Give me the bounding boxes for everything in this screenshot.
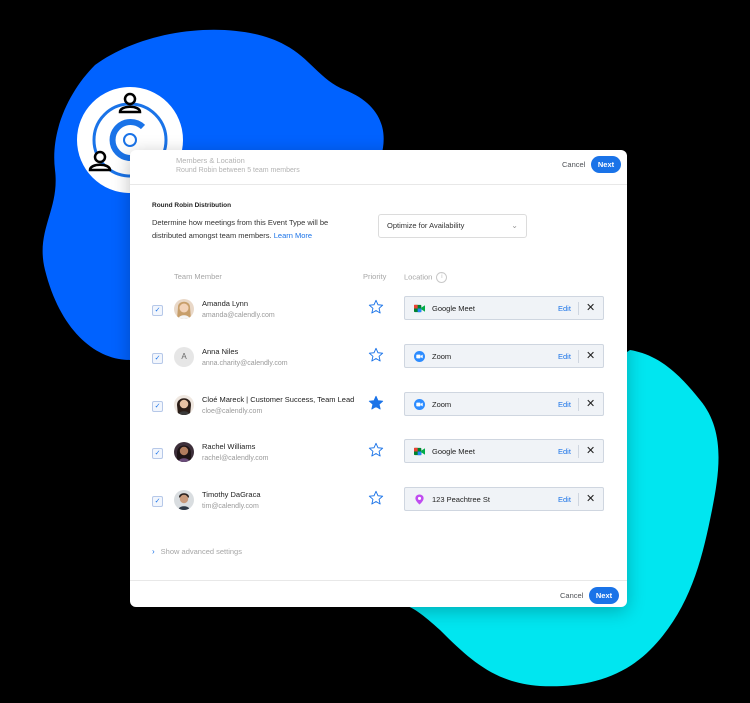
location-field: Zoom Edit ✕	[404, 392, 604, 416]
location-field: 123 Peachtree St Edit ✕	[404, 487, 604, 511]
distribution-select[interactable]: Optimize for Availability ⌄	[378, 214, 527, 238]
advanced-settings-label: Show advanced settings	[160, 547, 242, 556]
avatar	[174, 490, 194, 510]
member-row: ✓ A Anna Niles anna.charity@calendly.com…	[130, 338, 627, 378]
divider	[578, 493, 579, 506]
modal-footer: Cancel Next	[130, 580, 627, 607]
divider	[578, 445, 579, 458]
member-email: anna.charity@calendly.com	[202, 360, 288, 367]
location-label: Zoom	[432, 400, 452, 409]
member-checkbox[interactable]: ✓	[152, 401, 163, 412]
header-cancel-button[interactable]: Cancel	[562, 160, 585, 169]
edit-location-button[interactable]: Edit	[558, 400, 571, 409]
google-meet-icon	[414, 304, 425, 313]
select-value: Optimize for Availability	[387, 221, 465, 230]
footer-cancel-button[interactable]: Cancel	[560, 591, 583, 600]
chevron-right-icon: ›	[152, 547, 155, 556]
zoom-icon	[414, 351, 425, 362]
distribution-description: Determine how meetings from this Event T…	[152, 216, 357, 242]
star-outline-icon[interactable]	[368, 347, 384, 363]
member-email: amanda@calendly.com	[202, 312, 275, 319]
star-outline-icon[interactable]	[368, 299, 384, 315]
column-team-member: Team Member	[174, 272, 222, 281]
member-checkbox[interactable]: ✓	[152, 496, 163, 507]
remove-location-icon[interactable]: ✕	[586, 350, 595, 363]
member-email: cloe@calendly.com	[202, 408, 263, 415]
member-name: Cloé Mareck | Customer Success, Team Lea…	[202, 395, 355, 404]
header-title: Members & Location	[176, 156, 245, 165]
avatar	[174, 395, 194, 415]
column-priority: Priority	[363, 272, 387, 281]
edit-location-button[interactable]: Edit	[558, 352, 571, 361]
column-location-label: Location	[404, 272, 433, 282]
chevron-down-icon: ⌄	[511, 221, 518, 230]
member-email: tim@calendly.com	[202, 503, 259, 510]
member-checkbox[interactable]: ✓	[152, 353, 163, 364]
edit-location-button[interactable]: Edit	[558, 495, 571, 504]
star-filled-icon[interactable]	[368, 395, 384, 411]
member-name: Anna Niles	[202, 347, 239, 356]
divider	[578, 302, 579, 315]
column-location: Location i	[404, 272, 448, 283]
location-label: Google Meet	[432, 304, 475, 313]
member-name: Timothy DaGraca	[202, 490, 261, 499]
location-field: Zoom Edit ✕	[404, 344, 604, 368]
edit-location-button[interactable]: Edit	[558, 447, 571, 456]
avatar	[174, 442, 194, 462]
remove-location-icon[interactable]: ✕	[586, 445, 595, 458]
remove-location-icon[interactable]: ✕	[586, 302, 595, 315]
avatar	[174, 299, 194, 319]
member-name: Rachel Williams	[202, 442, 256, 451]
location-label: Google Meet	[432, 447, 475, 456]
remove-location-icon[interactable]: ✕	[586, 493, 595, 506]
member-row: ✓ Amanda Lynn amanda@calendly.com Google…	[130, 290, 627, 330]
member-row: ✓ Timothy DaGraca tim@calendly.com 123 P…	[130, 481, 627, 521]
zoom-icon	[414, 399, 425, 410]
member-row: ✓ Cloé Mareck | Customer Success, Team L…	[130, 386, 627, 426]
location-label: Zoom	[432, 352, 452, 361]
member-row: ✓ Rachel Williams rachel@calendly.com Go…	[130, 433, 627, 473]
members-location-modal: Members & Location Round Robin between 5…	[130, 150, 627, 607]
divider	[578, 350, 579, 363]
header-next-button[interactable]: Next	[591, 156, 621, 173]
star-outline-icon[interactable]	[368, 490, 384, 506]
location-label: 123 Peachtree St	[432, 495, 490, 504]
member-checkbox[interactable]: ✓	[152, 305, 163, 316]
advanced-settings-toggle[interactable]: › Show advanced settings	[152, 547, 242, 556]
member-name: Amanda Lynn	[202, 299, 249, 308]
header-subtitle: Round Robin between 5 team members	[176, 167, 300, 174]
divider	[578, 398, 579, 411]
location-field: Google Meet Edit ✕	[404, 296, 604, 320]
edit-location-button[interactable]: Edit	[558, 304, 571, 313]
avatar: A	[174, 347, 194, 367]
member-checkbox[interactable]: ✓	[152, 448, 163, 459]
distribution-title: Round Robin Distribution	[152, 202, 232, 209]
google-meet-icon	[414, 447, 425, 456]
modal-header: Members & Location Round Robin between 5…	[130, 150, 627, 185]
learn-more-link[interactable]: Learn More	[274, 231, 312, 240]
footer-next-button[interactable]: Next	[589, 587, 619, 604]
info-icon[interactable]: i	[436, 272, 448, 283]
member-email: rachel@calendly.com	[202, 455, 269, 462]
map-pin-icon	[415, 494, 424, 505]
location-field: Google Meet Edit ✕	[404, 439, 604, 463]
remove-location-icon[interactable]: ✕	[586, 398, 595, 411]
star-outline-icon[interactable]	[368, 442, 384, 458]
